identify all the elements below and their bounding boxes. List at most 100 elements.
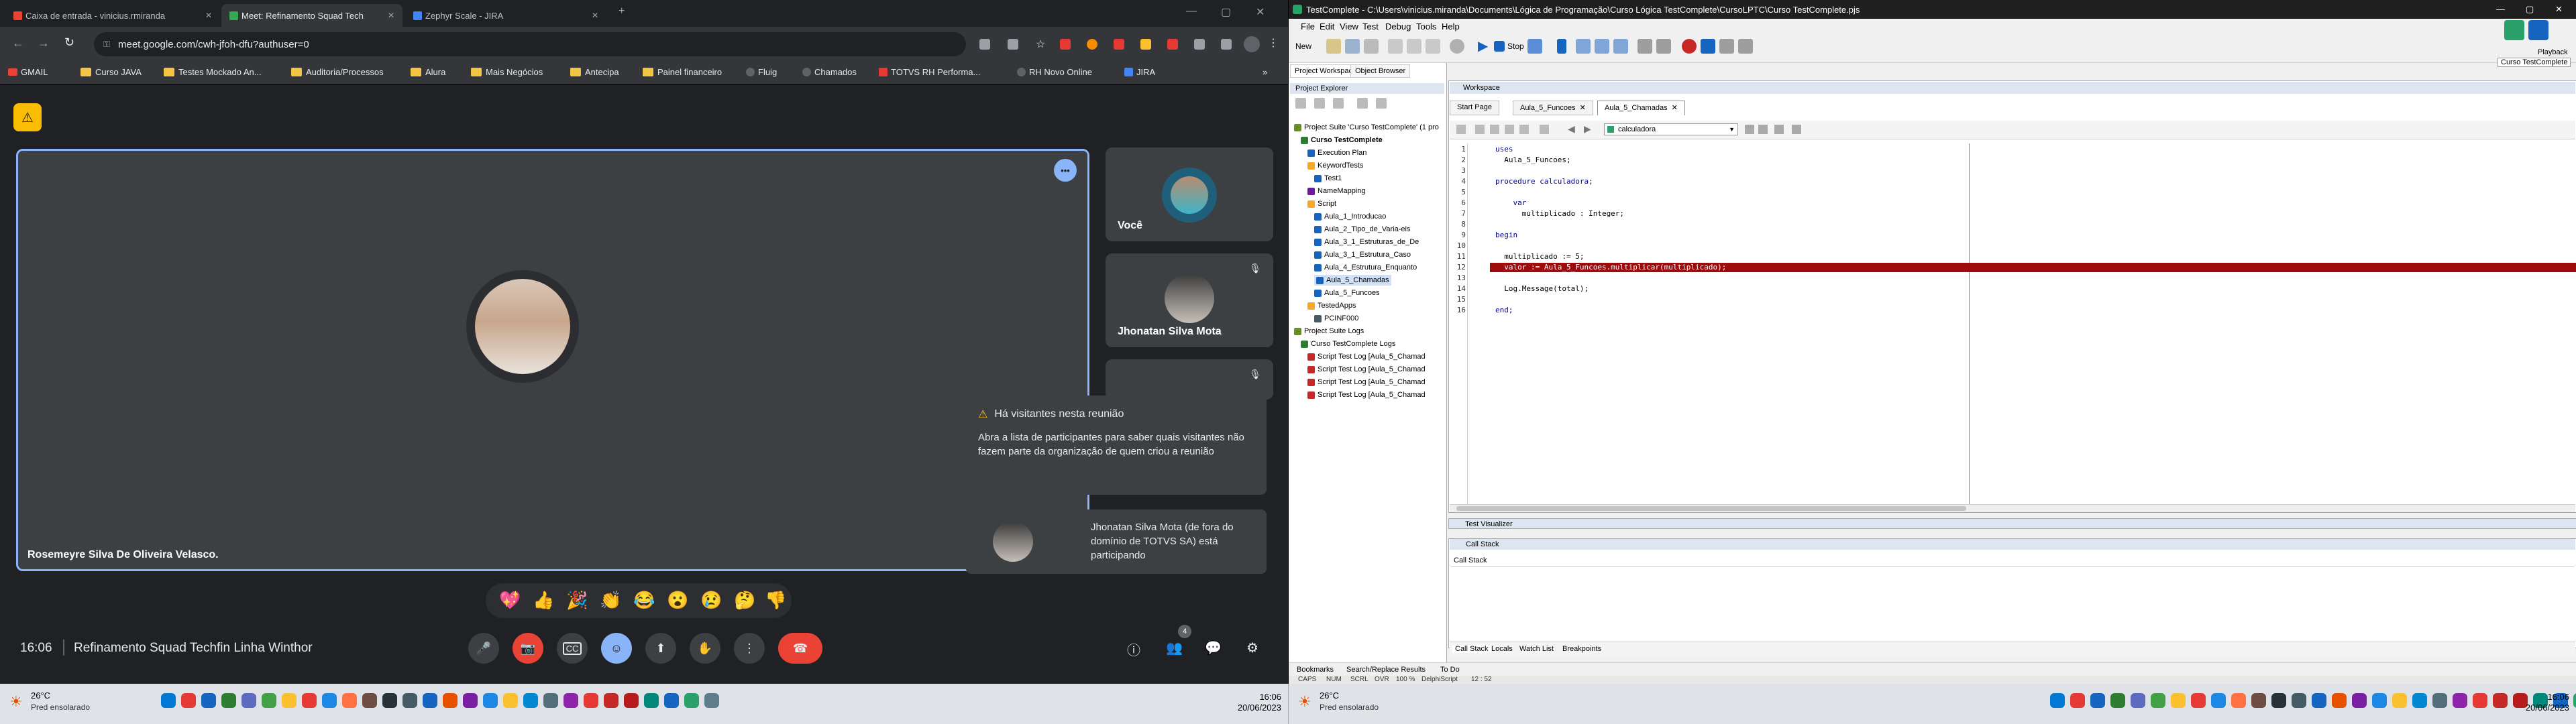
bookmark-curso-java[interactable]: Curso JAVA [80, 67, 142, 77]
tree-item[interactable]: Aula_5_Chamadas [1314, 275, 1391, 286]
save-icon[interactable] [1345, 39, 1360, 54]
maximize-button[interactable]: ▢ [1221, 5, 1231, 19]
close-icon[interactable]: ✕ [382, 11, 394, 20]
reaction-sad[interactable]: 😢 [700, 590, 722, 611]
taskbar-app-icon[interactable] [2171, 693, 2186, 708]
taskbar-app-icon[interactable] [2352, 693, 2367, 708]
extension-icon[interactable] [1087, 39, 1097, 50]
info-icon[interactable]: ⓘ [1127, 640, 1140, 659]
cut-icon[interactable] [1388, 39, 1403, 54]
tree-item[interactable]: Aula_2_Tipo_de_Varia-eis [1314, 224, 1410, 235]
taskbar-app-icon[interactable] [2573, 693, 2576, 708]
taskbar-app-icon[interactable] [282, 693, 297, 708]
extension-icon[interactable] [1140, 39, 1151, 50]
more-bookmarks-icon[interactable]: » [1263, 67, 1267, 77]
bookmark-fluig[interactable]: Fluig [746, 67, 777, 77]
tab-breakpoints[interactable]: Breakpoints [1562, 645, 1601, 653]
extension-icon[interactable] [1060, 39, 1071, 50]
format-icon[interactable] [1519, 125, 1529, 134]
tree-item[interactable]: Aula_5_Funcoes [1314, 288, 1380, 298]
taskbar-app-icon[interactable] [463, 693, 478, 708]
leave-call-button[interactable]: ☎ [778, 633, 822, 664]
tree-item[interactable]: TestedApps [1307, 300, 1356, 311]
filter-icon[interactable] [1376, 98, 1387, 109]
visitors-notification[interactable]: ⚠ Há visitantes nesta reunião Abra a lis… [966, 396, 1267, 495]
taskbar-app-icon[interactable] [201, 693, 216, 708]
pause-icon[interactable] [1557, 39, 1566, 54]
close-window-button[interactable]: ✕ [1256, 5, 1265, 19]
tab-locals[interactable]: Locals [1491, 645, 1513, 653]
comment-icon[interactable] [1456, 125, 1466, 134]
url-field[interactable]: ⚿ meet.google.com/cwh-jfoh-dfu?authuser=… [94, 32, 966, 56]
minimize-button[interactable]: — [1186, 5, 1197, 17]
step-over-icon[interactable] [1576, 39, 1591, 54]
tree-item[interactable]: Aula_1_Introducao [1314, 211, 1386, 222]
taskbar-app-icon[interactable] [644, 693, 659, 708]
code-line[interactable]: end; [1495, 306, 1513, 314]
code-line[interactable]: var [1495, 198, 1526, 207]
present-button[interactable]: ⬆ [645, 633, 676, 664]
taskbar-app-icon[interactable] [2271, 693, 2286, 708]
taskbar-app-icon[interactable] [604, 693, 619, 708]
tree-item[interactable]: NameMapping [1307, 186, 1366, 196]
playback-icon[interactable] [2528, 20, 2548, 40]
share-icon[interactable] [1008, 39, 1018, 50]
bookmark-icon[interactable] [1505, 125, 1514, 134]
taskbar-app-icon[interactable] [543, 693, 558, 708]
bookmark-jira[interactable]: JIRA [1124, 67, 1155, 77]
tab-start-page[interactable]: Start Page [1450, 101, 1499, 115]
more-options-button[interactable]: ⋮ [734, 633, 765, 664]
taskbar-app-icon[interactable] [664, 693, 679, 708]
reaction-party[interactable]: 🎉 [566, 590, 588, 611]
bookmark-mais-negocios[interactable]: Mais Negócios [471, 67, 543, 77]
raise-hand-button[interactable]: ✋ [690, 633, 720, 664]
code-completion-icon[interactable] [1774, 125, 1784, 134]
tab-jira[interactable]: Zephyr Scale - JIRA ✕ [405, 4, 606, 27]
menu-test[interactable]: Test [1362, 21, 1379, 32]
chat-icon[interactable]: 💬 [1205, 640, 1222, 656]
side-panel-icon[interactable] [1221, 39, 1232, 50]
taskbar-app-icon[interactable] [2191, 693, 2206, 708]
bookmark-totvs-rh[interactable]: TOTVS RH Performa... [879, 67, 980, 77]
project-suite-icon[interactable] [2504, 20, 2524, 40]
taskbar-app-icon[interactable] [2292, 693, 2306, 708]
step-out-icon[interactable] [1613, 39, 1628, 54]
menu-view[interactable]: View [1340, 21, 1358, 32]
taskbar-app-icon[interactable] [2131, 693, 2145, 708]
tab-aula5-chamadas[interactable]: Aula_5_Chamadas ✕ [1597, 101, 1685, 115]
checkpoint-icon[interactable] [1656, 39, 1671, 54]
code-line[interactable]: begin [1495, 231, 1517, 239]
taskbar-app-icon[interactable] [161, 693, 176, 708]
taskbar-app-icon[interactable] [221, 693, 236, 708]
tab-object-browser[interactable]: Object Browser [1350, 64, 1411, 78]
taskbar-app-icon[interactable] [624, 693, 639, 708]
stop-button[interactable]: Stop [1507, 42, 1524, 51]
taskbar-app-icon[interactable] [322, 693, 337, 708]
new-button[interactable]: New [1295, 42, 1311, 51]
bookmark-auditoria[interactable]: Auditoria/Processos [291, 67, 384, 77]
tree-item[interactable]: Script Test Log [Aula_5_Chamad [1307, 377, 1426, 387]
mic-button[interactable]: 🎤 [468, 633, 499, 664]
tree-item[interactable]: Aula_3_1_Estrutura_Caso [1314, 249, 1411, 260]
settings-icon[interactable] [1701, 39, 1715, 54]
reaction-thumbs-down[interactable]: 👎 [765, 590, 786, 611]
avatar[interactable] [1244, 36, 1260, 52]
save-all-icon[interactable] [1364, 39, 1379, 54]
code-line[interactable]: Aula_5_Funcoes; [1495, 156, 1570, 164]
taskbar-app-icon[interactable] [181, 693, 196, 708]
indent-icon[interactable] [1475, 125, 1485, 134]
taskbar-app-icon[interactable] [362, 693, 377, 708]
routine-select[interactable]: calculadora ▼ [1604, 123, 1738, 135]
taskbar-app-icon[interactable] [2151, 693, 2165, 708]
taskbar-app-icon[interactable] [2453, 693, 2467, 708]
taskbar-app-icon[interactable] [402, 693, 417, 708]
reload-icon[interactable]: ↻ [64, 36, 74, 50]
people-icon[interactable]: 👥 [1166, 640, 1183, 656]
reaction-laugh[interactable]: 😂 [633, 590, 655, 611]
taskbar-app-icon[interactable] [483, 693, 498, 708]
code-editor[interactable] [1450, 143, 2576, 505]
extension-icon[interactable] [1167, 39, 1178, 50]
tree-item[interactable]: Script Test Log [Aula_5_Chamad [1307, 364, 1426, 375]
bookmark-rh-novo-online[interactable]: RH Novo Online [1017, 67, 1092, 77]
captions-button[interactable]: CC [557, 633, 588, 664]
